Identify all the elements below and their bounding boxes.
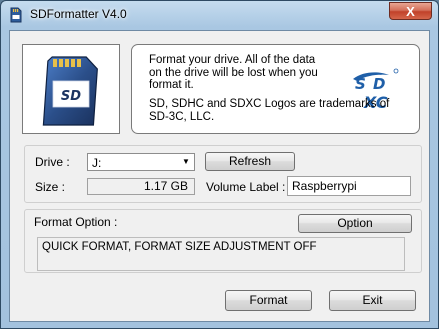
volume-label-label: Volume Label : [206, 180, 286, 194]
drive-group: Drive : J: ▼ Refresh Size : 1.17 GB Volu… [24, 145, 422, 203]
drive-label: Drive : [35, 155, 70, 169]
size-value: 1.17 GB [87, 178, 195, 195]
exit-button[interactable]: Exit [329, 290, 416, 311]
size-label: Size : [35, 180, 66, 194]
warning-text: Format your drive. All of the data on th… [149, 54, 318, 92]
sd-card-panel: SD [22, 44, 120, 134]
client-area: SD Format your drive. All of the data on… [9, 30, 430, 322]
format-option-group: Format Option : Option QUICK FORMAT, FOR… [24, 209, 422, 273]
close-button[interactable]: X [389, 2, 432, 20]
title-bar[interactable]: SDFormatter V4.0 X [1, 1, 438, 28]
info-panel: Format your drive. All of the data on th… [131, 44, 420, 134]
svg-text:SD: SD [61, 89, 81, 104]
format-option-label: Format Option : [34, 215, 118, 229]
volume-label-input[interactable]: Raspberrypi [287, 176, 411, 196]
format-button[interactable]: Format [225, 290, 312, 311]
sdformatter-window: SDFormatter V4.0 X SD Format your drive.… [0, 0, 439, 329]
svg-text:S: S [355, 75, 366, 93]
sd-card-image: SD [42, 56, 98, 126]
format-option-summary: QUICK FORMAT, FORMAT SIZE ADJUSTMENT OFF [37, 237, 405, 271]
drive-value: J: [92, 156, 102, 170]
drive-select[interactable]: J: ▼ [87, 153, 195, 171]
refresh-button[interactable]: Refresh [205, 152, 295, 171]
trademark-text: SD, SDHC and SDXC Logos are trademarks o… [149, 98, 390, 123]
svg-text:D: D [373, 75, 385, 93]
option-button[interactable]: Option [298, 214, 412, 233]
window-title: SDFormatter V4.0 [30, 7, 127, 21]
sd-card-icon [10, 7, 22, 23]
chevron-down-icon[interactable]: ▼ [178, 154, 194, 170]
